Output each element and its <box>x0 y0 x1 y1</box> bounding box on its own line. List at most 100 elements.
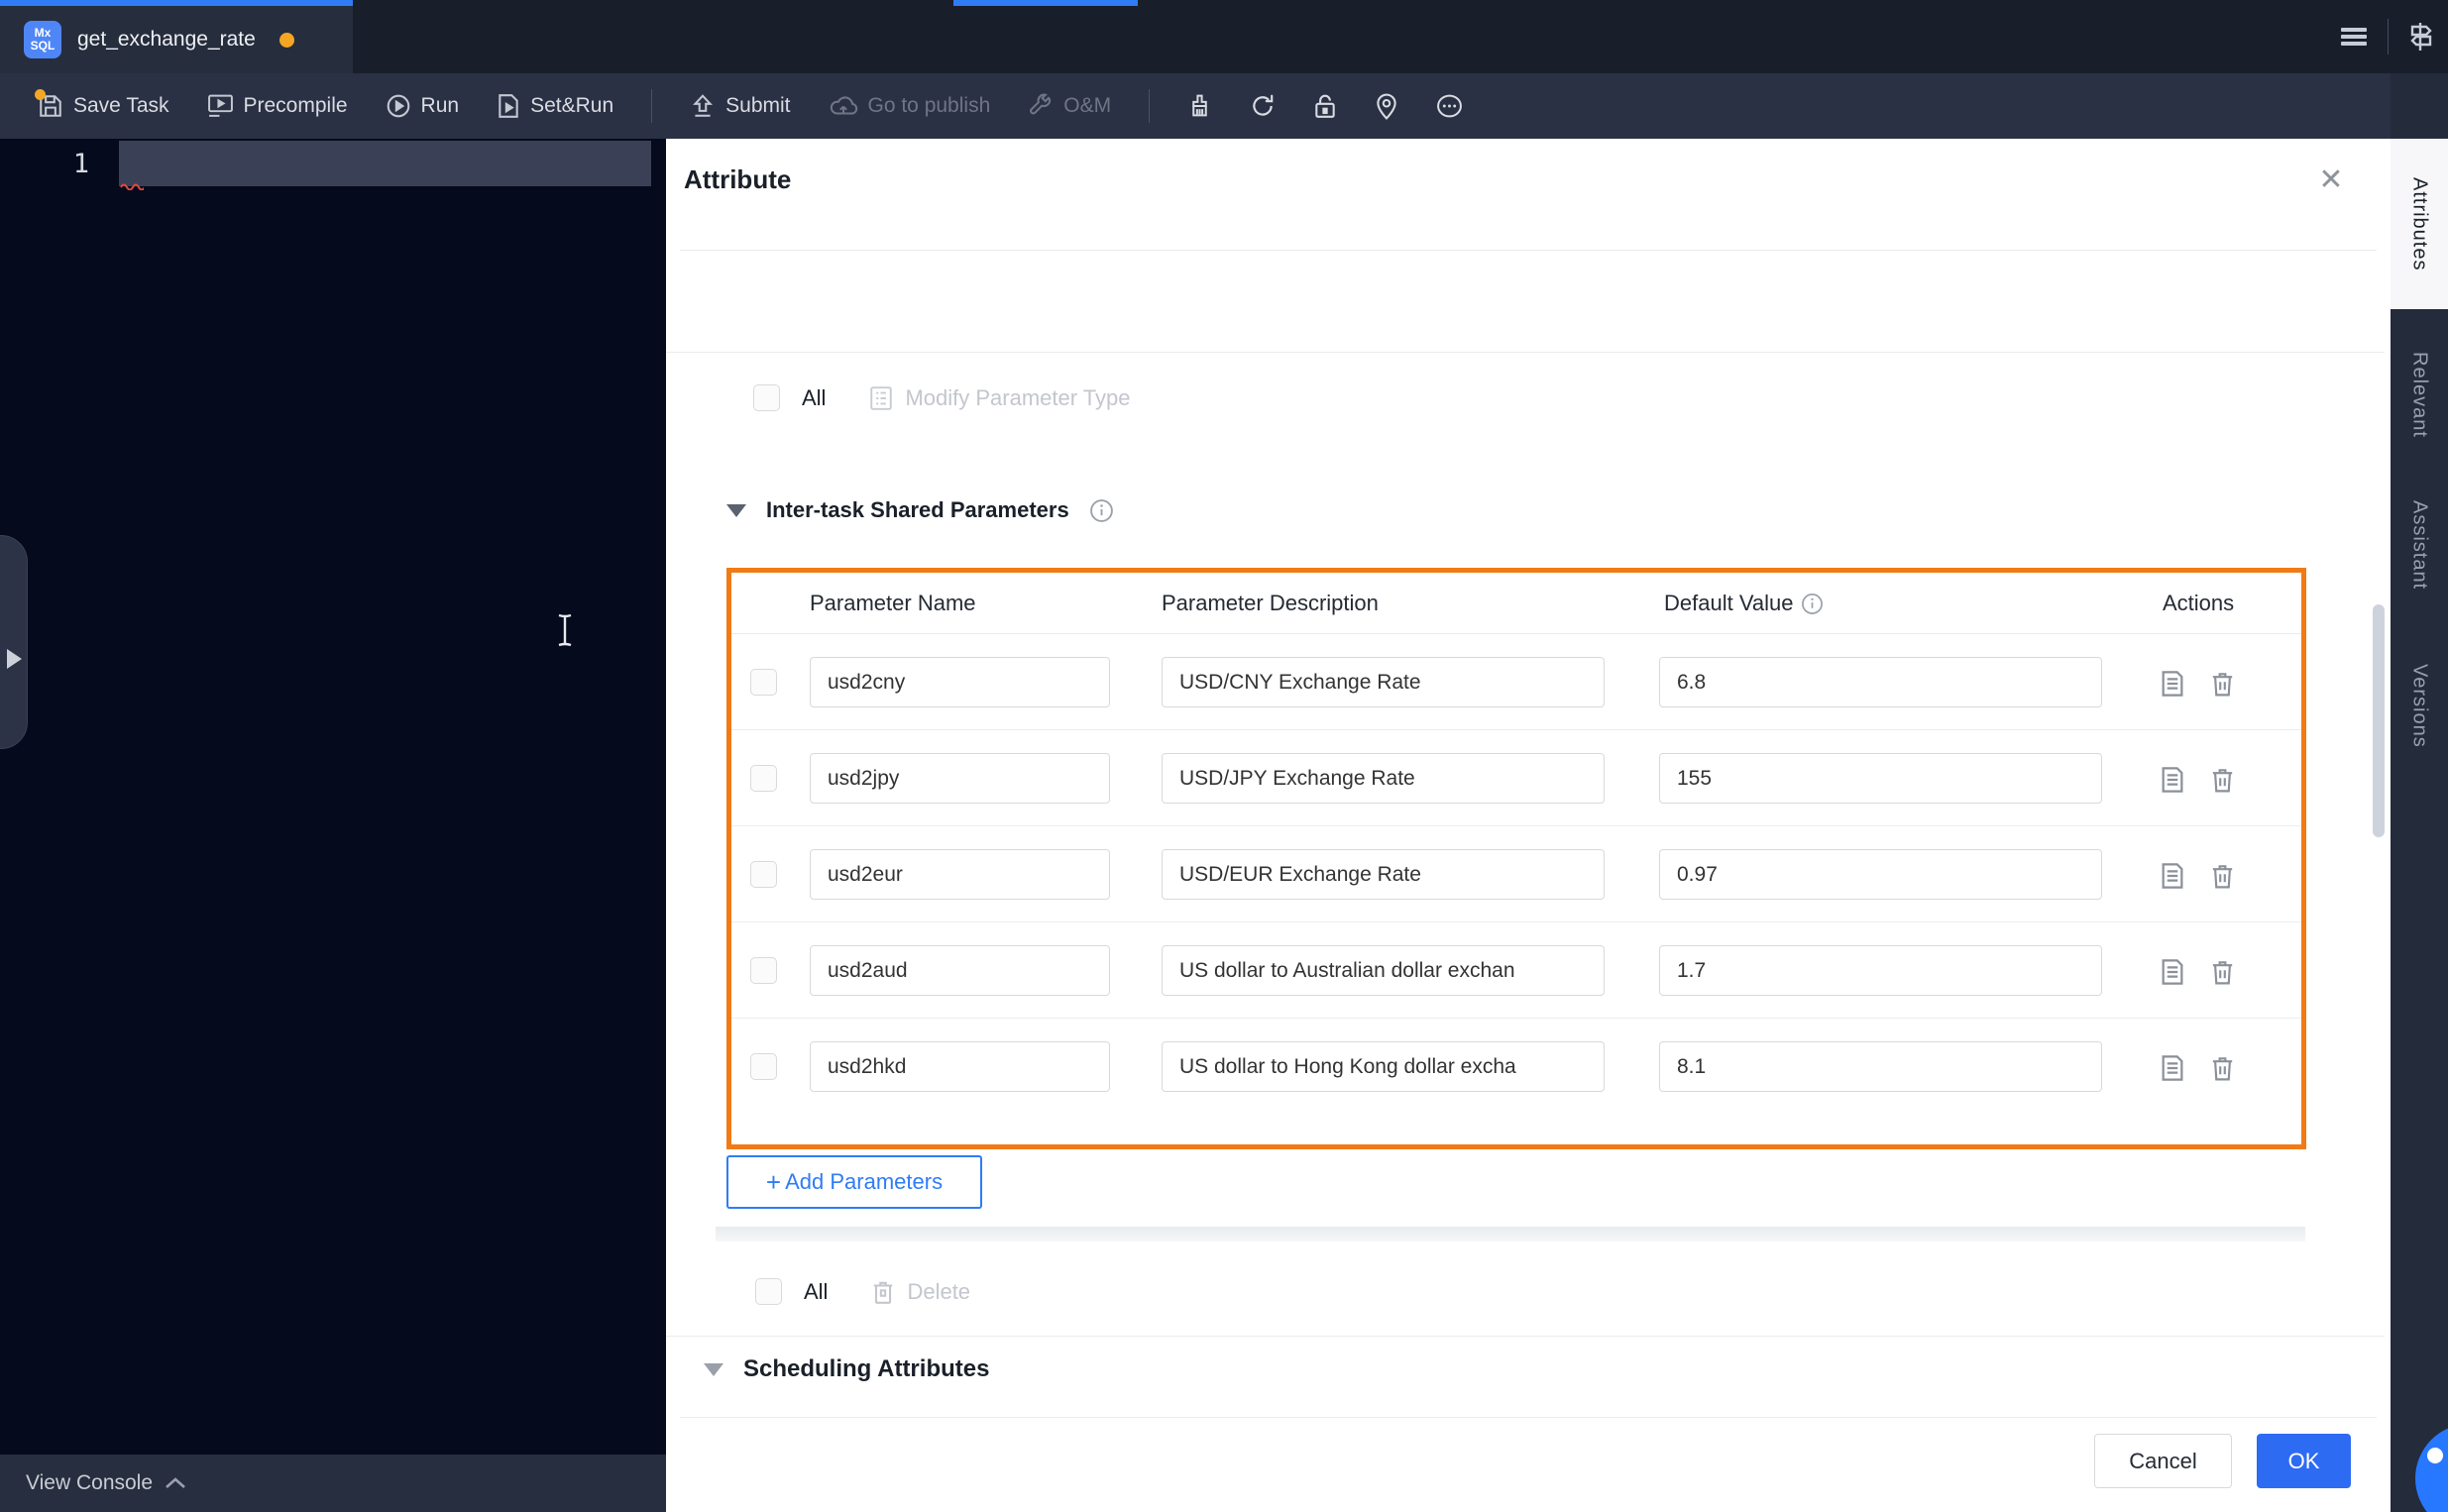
save-task-label: Save Task <box>73 94 169 117</box>
delete-label: Delete <box>907 1278 971 1304</box>
submit-button[interactable]: Submit <box>690 93 791 119</box>
signpost-icon[interactable] <box>2408 22 2434 52</box>
detail-doc-icon[interactable] <box>2160 862 2185 890</box>
lock-icon[interactable] <box>1313 93 1337 119</box>
col-parameter-description: Parameter Description <box>1162 591 1379 615</box>
view-console-label: View Console <box>26 1471 154 1494</box>
parameter-description-input[interactable] <box>1162 849 1605 900</box>
rail-tab-relevant[interactable]: Relevant <box>2391 333 2448 456</box>
more-ellipsis-icon[interactable] <box>1436 93 1463 119</box>
parameter-description-input[interactable] <box>1162 753 1605 804</box>
panel-scrollbar-thumb[interactable] <box>2373 604 2385 837</box>
mxsql-task-icon: Mx SQL <box>24 21 61 58</box>
add-parameters-label: Add Parameters <box>785 1169 944 1194</box>
col-default-value: Default Value <box>1664 591 1794 615</box>
caret-down-icon[interactable] <box>726 503 746 517</box>
precompile-icon <box>207 93 234 119</box>
current-line-highlight <box>119 141 651 186</box>
bulk-delete-toolbar: All Delete <box>755 1278 970 1305</box>
task-icon-text-bottom: SQL <box>30 39 56 53</box>
detail-doc-icon[interactable] <box>2160 670 2185 698</box>
close-icon[interactable]: ✕ <box>2313 162 2349 198</box>
save-task-button[interactable]: Save Task <box>35 89 169 119</box>
line-number: 1 <box>72 149 89 179</box>
section-separator-band <box>716 1227 2305 1242</box>
parameter-name-input[interactable] <box>810 657 1110 707</box>
trash-icon[interactable] <box>2210 958 2235 986</box>
location-pin-icon[interactable] <box>1375 93 1398 120</box>
default-value-input[interactable] <box>1659 849 2102 900</box>
refresh-icon[interactable] <box>1250 93 1276 119</box>
toolbar-divider <box>651 89 653 123</box>
parameter-name-input[interactable] <box>810 753 1110 804</box>
select-all-label: All <box>802 384 827 410</box>
code-editor[interactable]: 1 <box>0 139 666 1455</box>
set-and-run-button[interactable]: Set&Run <box>497 93 613 119</box>
rail-tab-label: Versions <box>2408 663 2431 748</box>
modify-parameter-type-label: Modify Parameter Type <box>905 384 1131 410</box>
parameter-name-input[interactable] <box>810 1041 1110 1092</box>
info-icon[interactable] <box>1801 593 1824 615</box>
precompile-button[interactable]: Precompile <box>207 93 348 119</box>
ok-button[interactable]: OK <box>2257 1434 2351 1488</box>
select-all-checkbox[interactable] <box>753 384 780 411</box>
trash-icon[interactable] <box>2210 862 2235 890</box>
rail-tab-versions[interactable]: Versions <box>2391 634 2448 777</box>
parameter-name-input[interactable] <box>810 849 1110 900</box>
row-checkbox[interactable] <box>750 765 777 792</box>
default-value-input[interactable] <box>1659 945 2102 996</box>
delete-selected-button[interactable]: Delete <box>871 1279 970 1305</box>
scheduling-section-header: Scheduling Attributes <box>704 1355 989 1383</box>
section-divider <box>666 1336 2385 1337</box>
row-checkbox[interactable] <box>750 957 777 984</box>
editor-tab-bar: Mx SQL get_exchange_rate <box>0 0 2448 73</box>
default-value-input[interactable] <box>1659 1041 2102 1092</box>
tab-get-exchange-rate[interactable]: Mx SQL get_exchange_rate <box>0 0 353 73</box>
editor-toolbar: Save Task Precompile Run Set&Run Submit <box>0 73 2391 139</box>
rail-tab-label: Assistant <box>2408 499 2431 591</box>
right-panel-rail: Attributes Relevant Assistant Versions <box>2391 73 2448 1512</box>
default-value-input[interactable] <box>1659 753 2102 804</box>
add-parameters-button[interactable]: + Add Parameters <box>726 1155 982 1209</box>
syntax-error-squiggle <box>120 182 144 190</box>
submit-label: Submit <box>725 94 791 117</box>
rail-tab-attributes[interactable]: Attributes <box>2391 139 2448 309</box>
trash-icon[interactable] <box>2210 766 2235 794</box>
info-icon[interactable] <box>1089 498 1114 523</box>
table-row <box>731 634 2301 730</box>
parameter-description-input[interactable] <box>1162 945 1605 996</box>
parameter-description-input[interactable] <box>1162 1041 1605 1092</box>
parameter-name-input[interactable] <box>810 945 1110 996</box>
run-button[interactable]: Run <box>386 93 459 119</box>
default-value-input[interactable] <box>1659 657 2102 707</box>
caret-down-icon[interactable] <box>704 1362 723 1376</box>
format-brush-icon[interactable] <box>1187 93 1212 119</box>
table-row <box>731 826 2301 922</box>
plus-icon: + <box>765 1167 782 1197</box>
row-checkbox[interactable] <box>750 861 777 888</box>
table-row <box>731 1019 2301 1115</box>
trash-icon[interactable] <box>2210 670 2235 698</box>
row-checkbox[interactable] <box>750 1053 777 1080</box>
menu-icon[interactable] <box>2340 25 2368 49</box>
col-actions: Actions <box>2163 591 2235 615</box>
cancel-button[interactable]: Cancel <box>2094 1434 2232 1488</box>
expand-left-panel-handle[interactable] <box>0 535 28 749</box>
table-row <box>731 730 2301 826</box>
trash-icon[interactable] <box>2210 1054 2235 1082</box>
select-all-checkbox[interactable] <box>755 1278 782 1305</box>
rail-tab-label: Attributes <box>2408 176 2431 271</box>
rail-tab-assistant[interactable]: Assistant <box>2391 476 2448 614</box>
om-button[interactable]: O&M <box>1028 93 1111 119</box>
detail-doc-icon[interactable] <box>2160 958 2185 986</box>
col-parameter-name: Parameter Name <box>810 591 976 615</box>
view-console-bar[interactable]: View Console <box>0 1455 666 1512</box>
parameter-description-input[interactable] <box>1162 657 1605 707</box>
tabbar-divider <box>2388 19 2389 54</box>
detail-doc-icon[interactable] <box>2160 766 2185 794</box>
row-checkbox[interactable] <box>750 669 777 696</box>
detail-doc-icon[interactable] <box>2160 1054 2185 1082</box>
modify-parameter-type-button[interactable]: Modify Parameter Type <box>869 385 1130 411</box>
table-row <box>731 922 2301 1019</box>
go-to-publish-button[interactable]: Go to publish <box>829 93 990 119</box>
